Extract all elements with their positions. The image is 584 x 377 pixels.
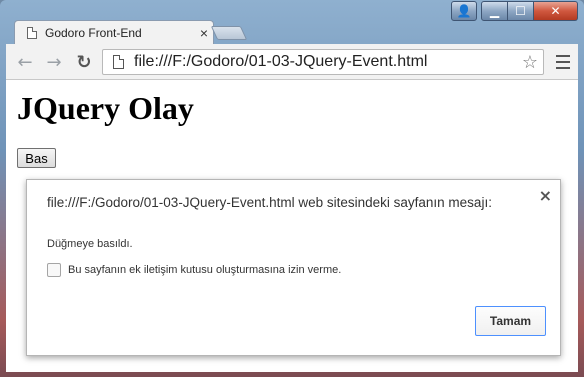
back-button[interactable]: ← (13, 51, 37, 73)
address-bar[interactable]: file:///F:/Godoro/01-03-JQuery-Event.htm… (102, 49, 544, 75)
chrome-menu-button[interactable] (554, 53, 572, 71)
ok-button[interactable]: Tamam (475, 306, 546, 336)
browser-tab[interactable]: Godoro Front-End × (14, 20, 214, 45)
menu-bar-icon (556, 67, 570, 69)
forward-button[interactable]: → (42, 51, 66, 73)
dialog-title: file:///F:/Godoro/01-03-JQuery-Event.htm… (47, 195, 492, 210)
tab-title: Godoro Front-End (45, 26, 142, 40)
suppress-dialogs-option[interactable]: Bu sayfanın ek iletişim kutusu oluşturma… (47, 263, 341, 277)
new-tab-button[interactable] (210, 26, 248, 40)
browser-window: 👤 ▁ ☐ ✕ Godoro Front-End × ← → ↻ file://… (0, 0, 584, 377)
file-icon (113, 55, 124, 69)
user-profile-icon[interactable]: 👤 (451, 1, 477, 21)
tab-close-icon[interactable]: × (195, 25, 213, 41)
menu-bar-icon (556, 55, 570, 57)
url-text[interactable]: file:///F:/Godoro/01-03-JQuery-Event.htm… (134, 53, 517, 71)
maximize-button[interactable]: ☐ (508, 1, 534, 21)
suppress-dialogs-label[interactable]: Bu sayfanın ek iletişim kutusu oluşturma… (68, 264, 341, 276)
bookmark-star-icon[interactable]: ☆ (517, 52, 543, 73)
window-caption-buttons: 👤 ▁ ☐ ✕ (451, 1, 578, 21)
alert-dialog: × file:///F:/Godoro/01-03-JQuery-Event.h… (26, 179, 561, 356)
dialog-close-icon[interactable]: × (539, 186, 552, 205)
bas-button[interactable]: Bas (17, 148, 56, 168)
page-icon (27, 27, 37, 39)
menu-bar-icon (556, 61, 570, 63)
suppress-dialogs-checkbox[interactable] (47, 263, 61, 277)
close-window-button[interactable]: ✕ (534, 1, 578, 21)
reload-button[interactable]: ↻ (72, 51, 96, 73)
browser-toolbar: ← → ↻ file:///F:/Godoro/01-03-JQuery-Eve… (6, 44, 578, 80)
page-heading: JQuery Olay (17, 90, 194, 126)
page-viewport: JQuery Olay Bas × file:///F:/Godoro/01-0… (6, 80, 578, 372)
minimize-button[interactable]: ▁ (481, 1, 508, 21)
dialog-message: Düğmeye basıldı. (47, 238, 133, 250)
